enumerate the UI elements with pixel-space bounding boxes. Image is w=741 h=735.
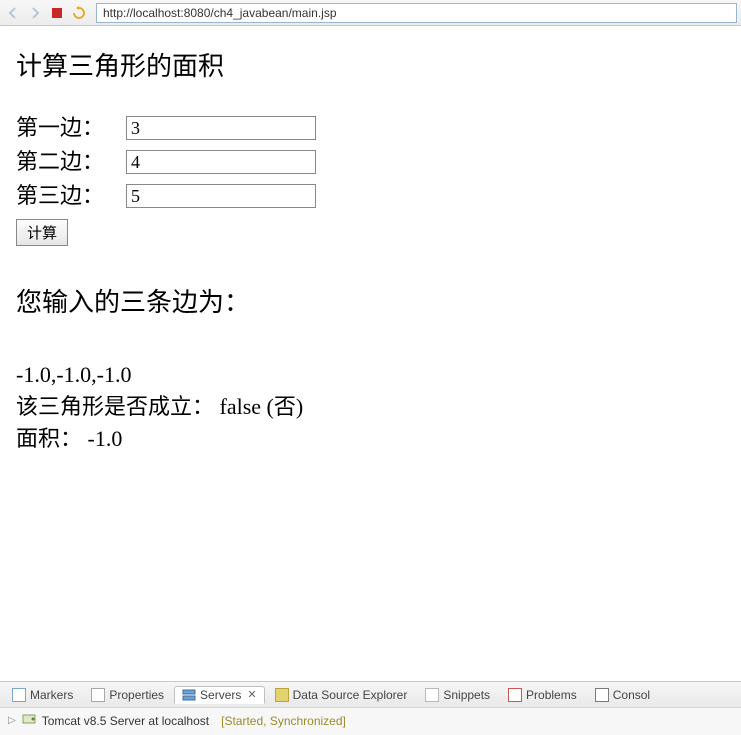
tab-dse[interactable]: Data Source Explorer <box>267 686 416 704</box>
valid-value: false (否) <box>220 394 304 419</box>
page-title: 计算三角形的面积 <box>16 46 725 83</box>
back-icon[interactable] <box>4 4 22 22</box>
chevron-right-icon[interactable]: ▷ <box>8 715 16 726</box>
area-line: 面积： -1.0 <box>16 423 725 455</box>
tab-servers-label: Servers <box>200 688 241 702</box>
tab-snippets[interactable]: Snippets <box>417 686 498 704</box>
results-block: -1.0,-1.0,-1.0 该三角形是否成立： false (否) 面积： -… <box>16 359 725 455</box>
valid-line: 该三角形是否成立： false (否) <box>16 391 725 423</box>
tab-snippets-label: Snippets <box>443 688 490 702</box>
server-icon <box>22 712 36 729</box>
server-row[interactable]: ▷ Tomcat v8.5 Server at localhost [Start… <box>0 708 741 733</box>
tab-console-label: Consol <box>613 688 650 702</box>
tab-problems-label: Problems <box>526 688 577 702</box>
side2-input[interactable] <box>126 150 316 174</box>
row-side2: 第二边： <box>16 147 725 177</box>
properties-icon <box>91 688 105 702</box>
tab-problems[interactable]: Problems <box>500 686 585 704</box>
server-status: [Started, Synchronized] <box>221 714 346 728</box>
stop-icon[interactable] <box>48 4 66 22</box>
browser-toolbar <box>0 0 741 26</box>
tab-dse-label: Data Source Explorer <box>293 688 408 702</box>
side2-label: 第二边： <box>16 147 126 177</box>
tab-properties[interactable]: Properties <box>83 686 172 704</box>
tab-markers[interactable]: Markers <box>4 686 81 704</box>
sides-echo: -1.0,-1.0,-1.0 <box>16 359 725 391</box>
valid-label: 该三角形是否成立： <box>16 394 214 419</box>
row-side3: 第三边： <box>16 181 725 211</box>
problems-icon <box>508 688 522 702</box>
calculate-button[interactable]: 计算 <box>16 219 68 246</box>
side1-input[interactable] <box>126 116 316 140</box>
area-label: 面积： <box>16 426 82 451</box>
servers-icon <box>182 688 196 702</box>
snippets-icon <box>425 688 439 702</box>
refresh-icon[interactable] <box>70 4 88 22</box>
tab-markers-label: Markers <box>30 688 73 702</box>
server-name: Tomcat v8.5 Server at localhost <box>42 714 209 728</box>
bottom-panel: Markers Properties Servers ✕ Data Source… <box>0 681 741 735</box>
side3-input[interactable] <box>126 184 316 208</box>
row-side1: 第一边： <box>16 113 725 143</box>
result-header: 您输入的三条边为： <box>16 282 725 319</box>
view-tabs: Markers Properties Servers ✕ Data Source… <box>0 682 741 708</box>
page-content: 计算三角形的面积 第一边： 第二边： 第三边： 计算 您输入的三条边为： -1.… <box>0 26 741 463</box>
url-input[interactable] <box>96 3 737 23</box>
forward-icon[interactable] <box>26 4 44 22</box>
side1-label: 第一边： <box>16 113 126 143</box>
tab-properties-label: Properties <box>109 688 164 702</box>
tab-servers[interactable]: Servers ✕ <box>174 686 265 704</box>
tab-console[interactable]: Consol <box>587 686 658 704</box>
side3-label: 第三边： <box>16 181 126 211</box>
close-icon[interactable]: ✕ <box>247 688 256 701</box>
console-icon <box>595 688 609 702</box>
markers-icon <box>12 688 26 702</box>
data-source-icon <box>275 688 289 702</box>
area-value: -1.0 <box>88 426 123 451</box>
